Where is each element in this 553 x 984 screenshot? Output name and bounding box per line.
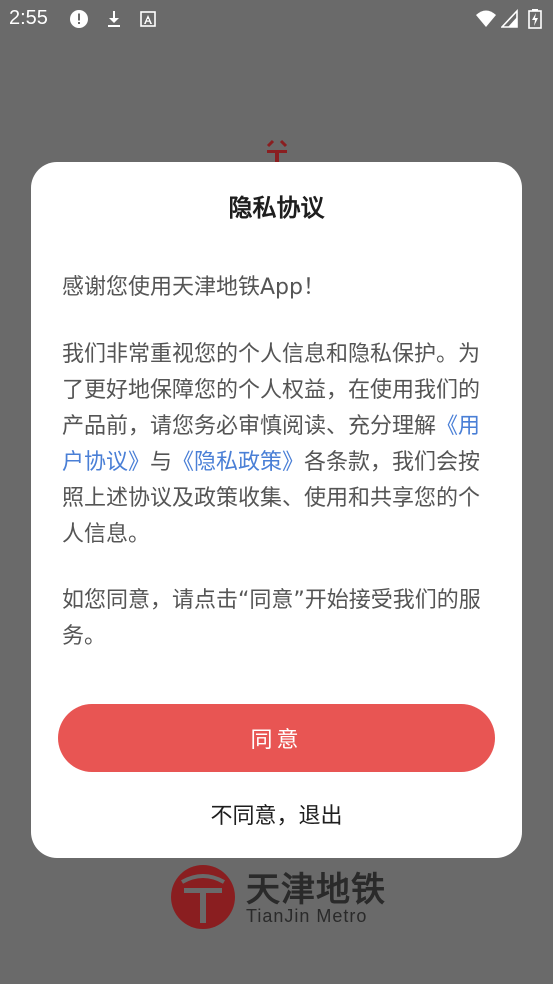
signal-icon — [501, 9, 519, 29]
agree-button[interactable]: 同意 — [58, 704, 495, 772]
metro-name-cn: 天津地铁 — [246, 870, 386, 910]
download-icon — [104, 9, 124, 29]
metro-logo: 天津地铁 TianJin Metro — [170, 862, 390, 932]
description-text-1: 我们非常重视您的个人信息和隐私保护。为了更好地保障您的个人权益，在使用我们的产品… — [62, 342, 481, 439]
status-bar: 2:55 — [0, 0, 553, 38]
battery-icon — [528, 9, 542, 29]
alert-icon — [69, 9, 89, 29]
consent-instruction: 如您同意，请点击“同意”开始接受我们的服务。 — [62, 588, 481, 649]
privacy-dialog: 隐私协议 感谢您使用天津地铁App！ 我们非常重视您的个人信息和隐私保护。为了更… — [31, 162, 522, 858]
wifi-icon — [475, 9, 497, 29]
description-and: 与 — [150, 450, 173, 475]
greeting-text: 感谢您使用天津地铁App！ — [62, 275, 325, 300]
disagree-exit-button[interactable]: 不同意，退出 — [31, 798, 522, 830]
privacy-description: 我们非常重视您的个人信息和隐私保护。为了更好地保障您的个人权益，在使用我们的产品… — [62, 337, 482, 553]
status-time: 2:55 — [9, 7, 48, 29]
metro-mark-icon — [170, 864, 236, 930]
dialog-title: 隐私协议 — [228, 194, 325, 222]
privacy-policy-link[interactable]: 《隐私政策》 — [172, 450, 304, 475]
metro-name-en: TianJin Metro — [246, 906, 368, 926]
font-icon — [138, 9, 158, 29]
